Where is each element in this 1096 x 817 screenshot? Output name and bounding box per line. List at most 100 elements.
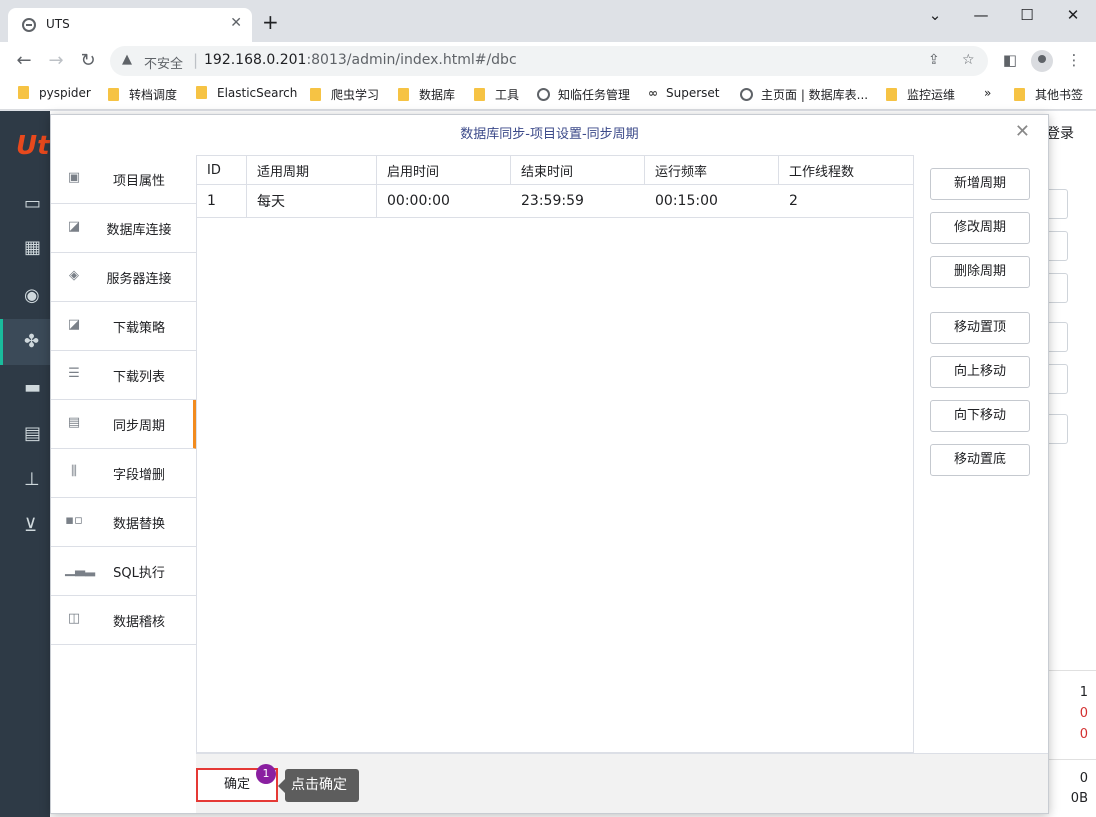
address-input[interactable]: ▲ 不安全 | 192.168.0.201:8013/admin/index.h… <box>110 46 988 76</box>
bookmarks-bar: pyspider 转档调度 ElasticSearch 爬虫学习 数据库 工具 … <box>0 80 1096 110</box>
column-header-id[interactable]: ID <box>197 156 247 184</box>
edit-cycle-button[interactable]: 修改周期 <box>930 212 1030 244</box>
background-size: 0B <box>1070 791 1088 806</box>
folder-icon <box>1014 88 1025 101</box>
menu-item-sync-cycle[interactable]: ▤ 同步周期 <box>51 400 197 449</box>
background-input[interactable] <box>1048 273 1068 303</box>
menu-item-project-properties[interactable]: ▣ 项目属性 <box>51 155 197 204</box>
id-card-icon: ▣ <box>67 170 81 185</box>
address-toolbar: ← → ↻ ▲ 不安全 | 192.168.0.201:8013/admin/i… <box>0 42 1096 80</box>
bookmark-pyspider[interactable]: pyspider <box>18 86 91 104</box>
move-up-button[interactable]: 向上移动 <box>930 356 1030 388</box>
column-header-end-time[interactable]: 结束时间 <box>511 156 645 184</box>
monitor-chart-icon: ◫ <box>67 611 81 626</box>
column-header-frequency[interactable]: 运行频率 <box>645 156 779 184</box>
bookmark-other[interactable]: 其他书签 <box>1014 86 1083 104</box>
monitor-icon[interactable]: ▭ <box>24 193 48 215</box>
app-logo-icon[interactable]: Ut <box>16 131 50 161</box>
action-buttons: 新增周期 修改周期 删除周期 移动置顶 向上移动 向下移动 移动置底 <box>913 155 1049 753</box>
bookmark-superset[interactable]: ∞ Superset <box>648 86 720 104</box>
replace-icon: ▪▫ <box>65 513 83 528</box>
move-bottom-button[interactable]: 移动置底 <box>930 444 1030 476</box>
cell-end-time: 23:59:59 <box>521 193 584 209</box>
forward-icon[interactable]: → <box>44 49 68 73</box>
bookmark-crawler[interactable]: 爬虫学习 <box>310 86 379 104</box>
chevron-down-icon[interactable]: ⌄ <box>920 6 950 24</box>
database-icon[interactable]: ◉ <box>24 285 48 307</box>
folder-icon <box>196 86 207 99</box>
close-tab-icon[interactable]: ✕ <box>230 15 242 31</box>
bookmarks-overflow-icon[interactable]: » <box>984 86 991 104</box>
bookmark-homepage[interactable]: 主页面 | 数据库表... <box>740 86 868 104</box>
cell-frequency: 00:15:00 <box>655 193 718 209</box>
background-count: 0 <box>1079 727 1088 742</box>
background-input[interactable] <box>1048 364 1068 394</box>
background-divider <box>1048 670 1096 671</box>
calendar-tool-icon[interactable]: ▦ <box>24 237 48 259</box>
menu-item-download-strategy[interactable]: ◪ 下载策略 <box>51 302 197 351</box>
chart-search-icon: ◪ <box>67 219 81 234</box>
bookmark-tools[interactable]: 工具 <box>474 86 519 104</box>
column-header-threads[interactable]: 工作线程数 <box>779 156 913 184</box>
archive-icon[interactable]: ▬ <box>24 377 48 399</box>
tab-strip: UTS ✕ + ⌄ — ☐ ✕ <box>0 0 1096 42</box>
maximize-icon[interactable]: ☐ <box>1012 6 1042 24</box>
close-window-icon[interactable]: ✕ <box>1058 6 1088 24</box>
share-icon[interactable]: ⇪ <box>928 52 940 68</box>
background-input[interactable] <box>1048 322 1068 352</box>
move-down-button[interactable]: 向下移动 <box>930 400 1030 432</box>
bookmark-monitoring[interactable]: 监控运维 <box>886 86 955 104</box>
menu-item-data-replace[interactable]: ▪▫ 数据替换 <box>51 498 197 547</box>
table-row[interactable]: 1 每天 00:00:00 23:59:59 00:15:00 2 <box>197 185 913 218</box>
add-cycle-button[interactable]: 新增周期 <box>930 168 1030 200</box>
menu-item-sql-execute[interactable]: ▁▃▂ SQL执行 <box>51 547 197 596</box>
move-top-button[interactable]: 移动置顶 <box>930 312 1030 344</box>
minimize-icon[interactable]: — <box>966 6 996 24</box>
profile-avatar-icon[interactable] <box>1031 50 1053 72</box>
browser-tab[interactable]: UTS ✕ <box>8 8 252 42</box>
background-input[interactable] <box>1048 414 1068 444</box>
menu-item-server-connection[interactable]: ◈ 服务器连接 <box>51 253 197 302</box>
delete-cycle-button[interactable]: 删除周期 <box>930 256 1030 288</box>
bookmark-task-manager[interactable]: 知临任务管理 <box>537 86 630 104</box>
background-input[interactable] <box>1048 189 1068 219</box>
menu-item-data-audit[interactable]: ◫ 数据稽核 <box>51 596 197 645</box>
menu-item-download-list[interactable]: ☰ 下载列表 <box>51 351 197 400</box>
column-header-start-time[interactable]: 启用时间 <box>377 156 511 184</box>
settings-menu: ▣ 项目属性 ◪ 数据库连接 ◈ 服务器连接 ◪ 下载策略 ☰ 下载列表 ▤ 同… <box>51 155 197 645</box>
insecure-label[interactable]: 不安全 <box>144 53 183 72</box>
back-icon[interactable]: ← <box>12 49 36 73</box>
folder-list-icon[interactable]: ▤ <box>24 423 48 445</box>
side-panel-icon[interactable]: ◧ <box>1000 51 1020 69</box>
menu-item-field-edit[interactable]: ⫼ 字段增删 <box>51 449 197 498</box>
document-clock-icon: ▤ <box>67 415 81 430</box>
globe-icon <box>22 18 36 32</box>
cycle-table: ID 适用周期 启用时间 结束时间 运行频率 工作线程数 1 每天 00:00:… <box>196 155 914 753</box>
table-header: ID 适用周期 启用时间 结束时间 运行频率 工作线程数 <box>197 156 913 185</box>
globe-icon <box>740 88 753 101</box>
bar-chart-icon: ▁▃▂ <box>65 562 95 577</box>
menu-dots-icon[interactable]: ⋮ <box>1064 51 1084 69</box>
close-icon[interactable]: ✕ <box>1015 121 1030 142</box>
bookmark-database[interactable]: 数据库 <box>398 86 455 104</box>
warning-icon[interactable]: ▲ <box>122 52 132 67</box>
sitemap-icon[interactable]: ⊥ <box>24 469 48 491</box>
download-box-icon[interactable]: ⊻ <box>24 515 48 537</box>
folder-icon <box>886 88 897 101</box>
url-text[interactable]: 192.168.0.201:8013/admin/index.html#/dbc <box>204 52 517 68</box>
login-link[interactable]: 登录 <box>1046 123 1074 143</box>
apps-grid-icon[interactable]: ✤ <box>24 331 48 353</box>
column-header-cycle[interactable]: 适用周期 <box>247 156 377 184</box>
star-icon[interactable]: ☆ <box>962 52 975 68</box>
globe-icon <box>537 88 550 101</box>
cell-start-time: 00:00:00 <box>387 193 450 209</box>
reload-icon[interactable]: ↻ <box>76 49 100 73</box>
bookmark-elasticsearch[interactable]: ElasticSearch <box>196 86 297 104</box>
folder-icon <box>108 88 119 101</box>
menu-item-database-connection[interactable]: ◪ 数据库连接 <box>51 204 197 253</box>
background-input[interactable] <box>1048 231 1068 261</box>
dialog-title: 数据库同步-项目设置-同步周期 <box>460 127 639 142</box>
bookmark-zhuandang[interactable]: 转档调度 <box>108 86 177 104</box>
folder-icon <box>474 88 485 101</box>
new-tab-icon[interactable]: + <box>262 12 279 32</box>
